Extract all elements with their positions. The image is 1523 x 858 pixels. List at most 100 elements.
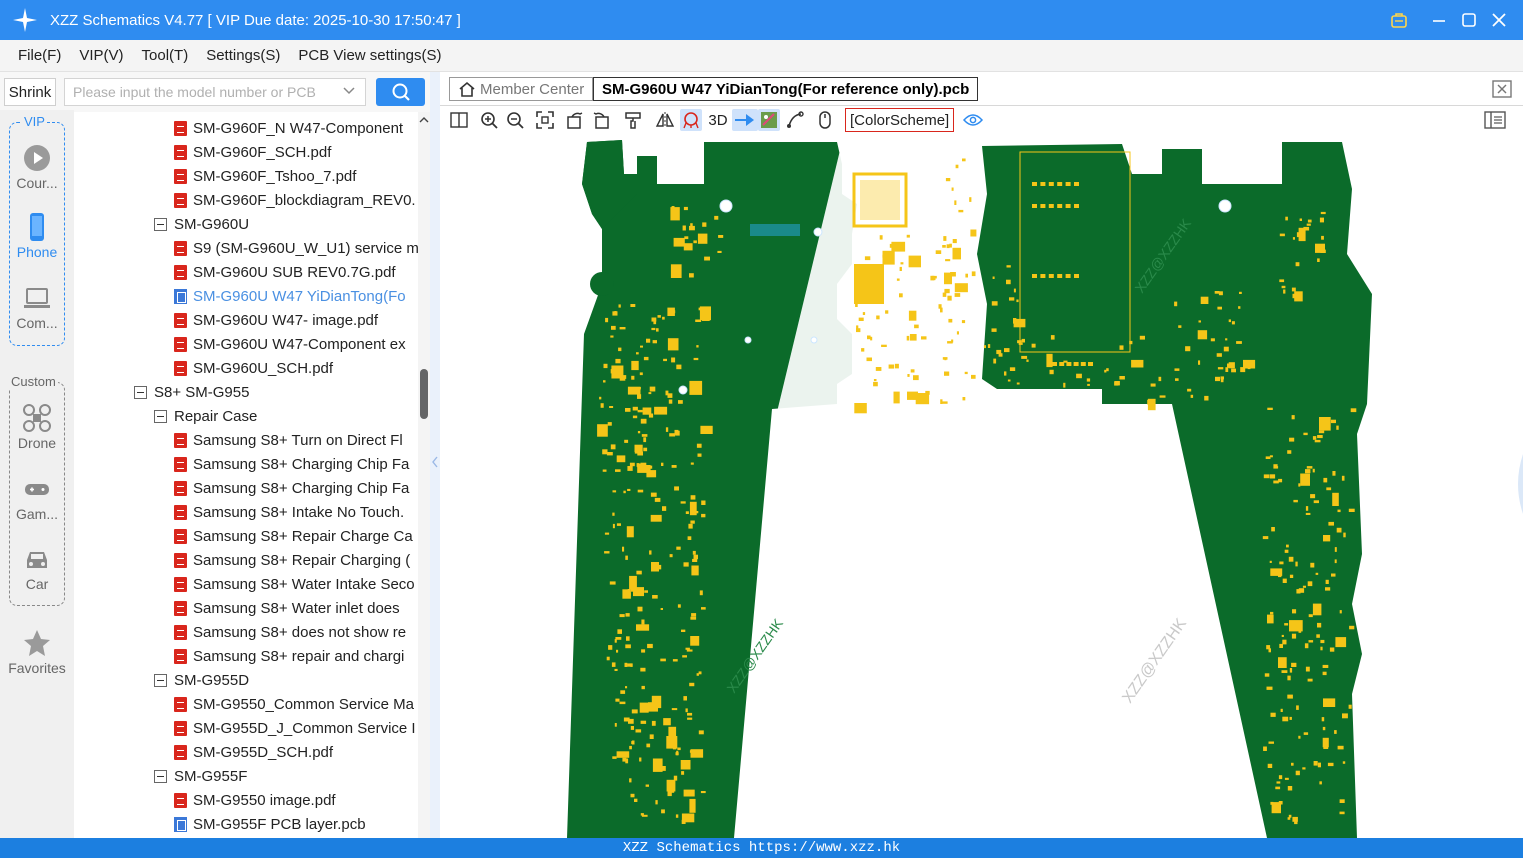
tree-item-label: Samsung S8+ Repair Charging (	[193, 551, 411, 569]
layer-view-button[interactable]	[758, 109, 780, 131]
side-switch-button[interactable]	[732, 109, 758, 131]
search-button[interactable]	[376, 78, 425, 106]
tree-file[interactable]: SM-G960U_SCH.pdf	[174, 356, 333, 380]
side-panel-button[interactable]	[1484, 109, 1506, 131]
rail-item-courses[interactable]: Cour...	[0, 143, 74, 191]
tree-file[interactable]: SM-G9550 image.pdf	[174, 788, 336, 812]
tree-item-label: SM-G960F_SCH.pdf	[193, 143, 332, 161]
shrink-button[interactable]: Shrink	[4, 78, 56, 106]
menu-vip[interactable]: VIP(V)	[71, 47, 131, 64]
collapse-toggle-icon[interactable]	[154, 409, 167, 423]
tree-folder[interactable]: SM-G955D	[154, 668, 249, 692]
tree-file[interactable]: Samsung S8+ repair and chargi	[174, 644, 404, 668]
tree-item-label: Samsung S8+ Repair Charge Ca	[193, 527, 413, 545]
visibility-button[interactable]	[962, 109, 984, 131]
color-scheme-button[interactable]: [ColorScheme]	[845, 108, 955, 132]
tree-file[interactable]: Samsung S8+ Repair Charge Ca	[174, 524, 413, 548]
tree-file[interactable]: Samsung S8+ Turn on Direct Fl	[174, 428, 403, 452]
rail-item-favorites[interactable]: Favorites	[0, 628, 74, 676]
tree-file[interactable]: SM-G960F_SCH.pdf	[174, 140, 331, 164]
zoom-out-button[interactable]	[504, 109, 526, 131]
canvas-edge-tab[interactable]	[1513, 454, 1523, 514]
tree-file[interactable]: Samsung S8+ Charging Chip Fa	[174, 476, 409, 500]
tree-file[interactable]: Samsung S8+ Water Intake Seco	[174, 572, 415, 596]
close-button[interactable]	[1484, 0, 1514, 40]
maximize-button[interactable]	[1454, 0, 1484, 40]
panel-splitter[interactable]	[430, 72, 440, 838]
minimize-button[interactable]	[1424, 0, 1454, 40]
tree-file[interactable]: S9 (SM-G960U_W_U1) service m	[174, 236, 418, 260]
tree-file[interactable]: Samsung S8+ does not show re	[174, 620, 406, 644]
fit-view-button[interactable]	[534, 109, 556, 131]
tree-file[interactable]: SM-G9550_Common Service Ma	[174, 692, 414, 716]
rail-item-phone[interactable]: Phone	[0, 212, 74, 260]
collapse-toggle-icon[interactable]	[134, 385, 147, 399]
tree-file[interactable]: SM-G960U W47-Component ex	[174, 332, 406, 356]
pdf-file-icon	[174, 312, 187, 328]
tree-file[interactable]: SM-G960F_N W47-Component	[174, 116, 403, 140]
search-input[interactable]	[64, 78, 366, 106]
tree-folder[interactable]: S8+ SM-G955	[134, 380, 249, 404]
rail-item-drone[interactable]: Drone	[0, 403, 74, 451]
split-view-button[interactable]	[448, 109, 470, 131]
close-all-tabs-button[interactable]	[1492, 80, 1512, 101]
tree-file[interactable]: SM-G955D_J_Common Service I	[174, 716, 416, 740]
tree-file[interactable]: SM-G960U W47- image.pdf	[174, 308, 378, 332]
tree-folder[interactable]: SM-G955F	[154, 764, 247, 788]
menu-pcb-view-settings[interactable]: PCB View settings(S)	[290, 47, 449, 64]
tree-scrollbar[interactable]	[418, 112, 430, 838]
tree-item-label: SM-G960U W47- image.pdf	[193, 311, 379, 329]
tree-file[interactable]: Samsung S8+ Intake No Touch.	[174, 500, 404, 524]
pcb-board-view[interactable]: XZZ@XZZHK XZZ@XZZHK XZZ@XZZHK	[442, 134, 1523, 838]
pdf-file-icon	[174, 336, 187, 352]
tree-file[interactable]: Samsung S8+ Repair Charging (	[174, 548, 410, 572]
tree-folder[interactable]: SM-G960U	[154, 212, 249, 236]
collapse-toggle-icon[interactable]	[154, 673, 167, 687]
tab-active-pcb[interactable]: SM-G960U W47 YiDianTong(For reference on…	[593, 77, 979, 101]
format-painter-button[interactable]	[622, 109, 644, 131]
zoom-in-button[interactable]	[478, 109, 500, 131]
tab-member-center[interactable]: Member Center	[449, 77, 594, 101]
rail-item-computer[interactable]: Com...	[0, 283, 74, 331]
tree-folder[interactable]: Repair Case	[154, 404, 257, 428]
pcb-file-icon	[174, 816, 187, 832]
net-highlight-button[interactable]	[680, 109, 702, 131]
chevron-down-icon[interactable]	[342, 84, 356, 98]
maximize-icon	[1462, 13, 1476, 27]
mouse-icon	[819, 111, 831, 129]
tree-file[interactable]: SM-G960U SUB REV0.7G.pdf	[174, 260, 396, 284]
tree-item-label: Samsung S8+ Water inlet does	[193, 599, 400, 617]
paint-brush-icon	[625, 112, 641, 129]
tree-file[interactable]: SM-G960U W47 YiDianTong(Fo	[174, 284, 406, 308]
tree-file[interactable]: Samsung S8+ Water inlet does	[174, 596, 400, 620]
mirror-button[interactable]	[654, 109, 676, 131]
tree-item-label: SM-G960F_N W47-Component	[193, 119, 404, 137]
menu-file[interactable]: File(F)	[10, 47, 69, 64]
pdf-file-icon	[174, 528, 187, 544]
mouse-mode-button[interactable]	[814, 109, 836, 131]
tree-item-label: SM-G9550 image.pdf	[193, 791, 336, 809]
collapse-toggle-icon[interactable]	[154, 217, 167, 231]
collapse-toggle-icon[interactable]	[154, 769, 167, 783]
toggle-3d-button[interactable]: 3D	[706, 109, 730, 131]
pcb-canvas[interactable]: XZZ@XZZHK XZZ@XZZHK XZZ@XZZHK	[442, 134, 1523, 838]
rotate-right-button[interactable]	[590, 109, 612, 131]
vip-bag-button[interactable]	[1384, 0, 1414, 40]
tree-file[interactable]: Samsung S8+ Charging Chip Fa	[174, 452, 409, 476]
tree-file[interactable]: SM-G955D_SCH.pdf	[174, 740, 333, 764]
tree-scrollbar-thumb[interactable]	[420, 369, 428, 419]
rail-item-car[interactable]: Car	[0, 544, 74, 592]
rail-item-games[interactable]: Gam...	[0, 474, 74, 522]
rotate-left-button[interactable]	[564, 109, 586, 131]
tree-file[interactable]: SM-G960F_Tshoo_7.pdf	[174, 164, 356, 188]
menu-tool[interactable]: Tool(T)	[134, 47, 197, 64]
tree-file[interactable]: SM-G955F PCB layer.pcb	[174, 812, 366, 836]
rail-item-label: Com...	[16, 315, 58, 331]
menu-settings[interactable]: Settings(S)	[198, 47, 288, 64]
rotate-right-icon	[593, 112, 609, 129]
rail-item-label: Phone	[16, 244, 58, 260]
close-icon	[1492, 13, 1506, 27]
tree-file[interactable]: SM-G960F_blockdiagram_REV0.	[174, 188, 416, 212]
trace-tool-button[interactable]	[784, 109, 806, 131]
pdf-file-icon	[174, 792, 187, 808]
